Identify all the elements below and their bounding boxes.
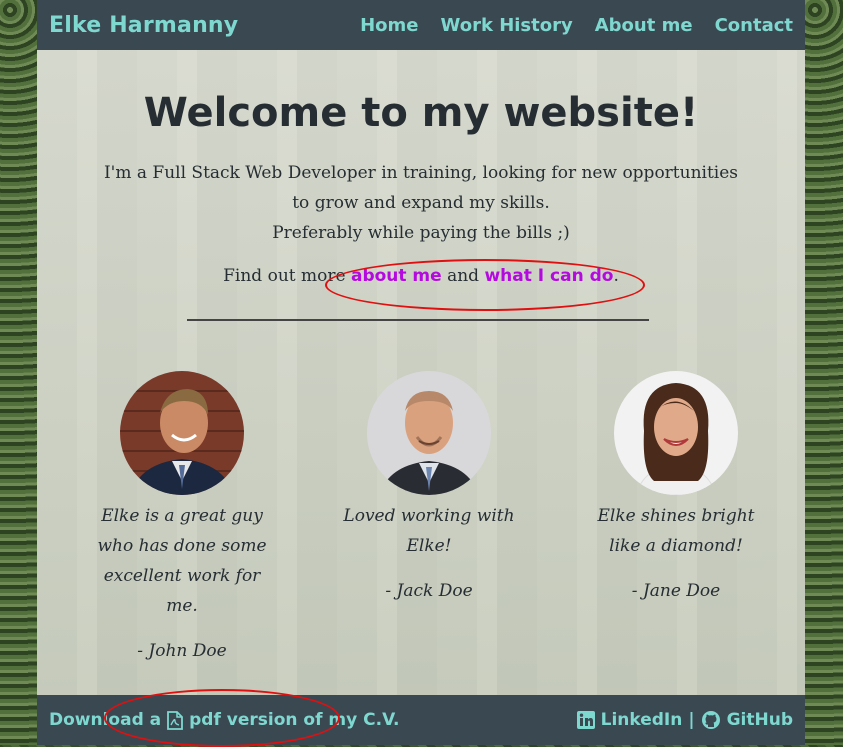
red-annotation-oval [325, 259, 645, 311]
nav-work-history[interactable]: Work History [441, 15, 573, 36]
section-divider [187, 319, 649, 321]
hero-section: Welcome to my website! I'm a Full Stack … [37, 90, 805, 286]
github-label: GitHub [726, 710, 793, 730]
github-link[interactable]: GitHub [701, 710, 793, 730]
nav-about-me[interactable]: About me [595, 15, 693, 36]
navbar: Elke Harmanny Home Work History About me… [37, 0, 805, 50]
testimonial-quote: Loved working with Elke! [343, 506, 515, 556]
testimonial-author: - Jack Doe [385, 581, 473, 601]
ivy-background-left [0, 0, 37, 745]
intro-line-2: to grow and expand my skills. [292, 193, 550, 213]
testimonial-quote: Elke is a great guy who has done some ex… [97, 506, 267, 616]
testimonial-card: Loved working with Elke! - Jack Doe [336, 371, 522, 661]
nav-home[interactable]: Home [360, 15, 418, 36]
social-links: LinkedIn | GitHub [576, 710, 793, 730]
nav-contact[interactable]: Contact [715, 15, 793, 36]
linkedin-icon [576, 711, 595, 729]
avatar [120, 371, 244, 495]
intro-text: I'm a Full Stack Web Developer in traini… [81, 158, 761, 248]
testimonials: Elke is a great guy who has done some ex… [89, 371, 769, 661]
github-icon [701, 711, 720, 729]
testimonial-author: - Jane Doe [631, 581, 721, 601]
testimonial-author: - John Doe [137, 641, 227, 661]
footer-separator: | [688, 710, 695, 730]
avatar [367, 371, 491, 495]
red-annotation-oval [104, 689, 340, 747]
avatar [614, 371, 738, 495]
linkedin-link[interactable]: LinkedIn [576, 710, 683, 730]
linkedin-label: LinkedIn [600, 710, 683, 730]
ivy-background-right [805, 0, 843, 745]
page-title: Welcome to my website! [143, 90, 699, 136]
intro-line-1: I'm a Full Stack Web Developer in traini… [103, 163, 739, 183]
intro-line-3: Preferably while paying the bills ;) [272, 223, 570, 243]
brand-title[interactable]: Elke Harmanny [49, 13, 238, 38]
page-container: Elke Harmanny Home Work History About me… [37, 0, 805, 747]
testimonial-card: Elke is a great guy who has done some ex… [89, 371, 275, 661]
nav-menu: Home Work History About me Contact [360, 15, 793, 36]
testimonial-quote: Elke shines bright like a diamond! [597, 506, 755, 556]
testimonial-card: Elke shines bright like a diamond! - Jan… [583, 371, 769, 661]
